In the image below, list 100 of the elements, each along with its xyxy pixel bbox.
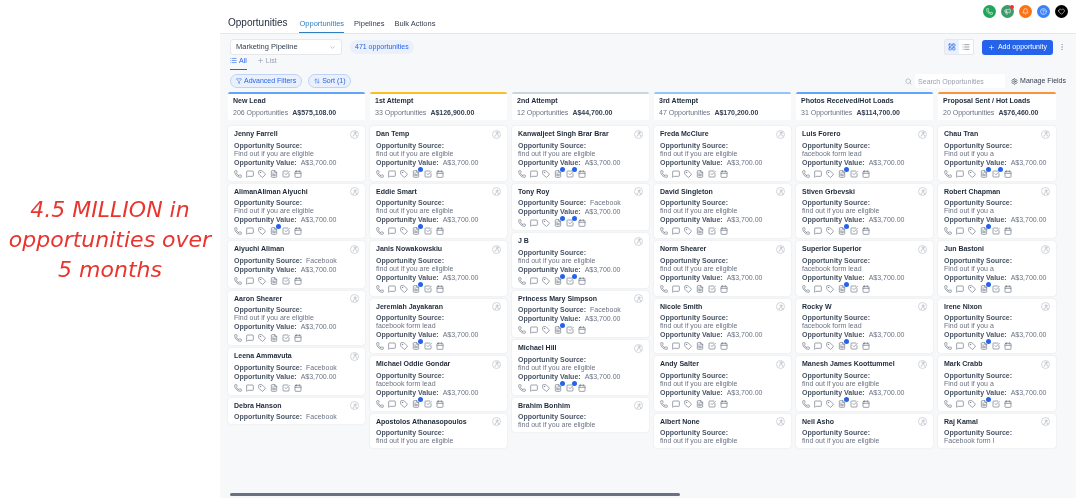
- calendar-icon[interactable]: [436, 169, 444, 178]
- calendar-icon[interactable]: [294, 169, 302, 178]
- assign-user-icon[interactable]: [350, 351, 359, 361]
- message-icon[interactable]: [814, 342, 822, 350]
- assign-user-icon[interactable]: [776, 187, 785, 197]
- calendar-icon[interactable]: [294, 276, 302, 285]
- assign-user-icon[interactable]: [350, 187, 359, 197]
- assign-user-icon[interactable]: [1041, 244, 1050, 254]
- message-icon[interactable]: [246, 334, 254, 342]
- tag-icon[interactable]: [826, 342, 834, 350]
- assign-user-icon[interactable]: [776, 129, 785, 139]
- message-icon[interactable]: [814, 284, 822, 293]
- assign-user-icon[interactable]: [918, 302, 927, 312]
- assign-user-icon[interactable]: [350, 401, 359, 411]
- note-icon[interactable]: [838, 284, 846, 293]
- message-icon[interactable]: [246, 169, 254, 178]
- assign-user-icon[interactable]: [1041, 187, 1050, 197]
- calendar-icon[interactable]: [720, 169, 728, 178]
- tag-icon[interactable]: [826, 284, 834, 293]
- phone-icon[interactable]: [944, 169, 952, 178]
- assign-user-icon[interactable]: [492, 129, 501, 139]
- message-icon[interactable]: [388, 284, 396, 293]
- tag-icon[interactable]: [684, 284, 692, 293]
- tag-icon[interactable]: [968, 227, 976, 235]
- phone-icon[interactable]: [518, 169, 526, 178]
- note-icon[interactable]: [696, 169, 704, 178]
- note-icon[interactable]: [412, 399, 420, 408]
- tag-icon[interactable]: [826, 227, 834, 235]
- phone-icon[interactable]: [234, 227, 242, 235]
- note-icon[interactable]: [270, 383, 278, 392]
- message-icon[interactable]: [246, 276, 254, 285]
- tag-icon[interactable]: [542, 276, 550, 285]
- phone-icon[interactable]: [376, 169, 384, 178]
- phone-icon[interactable]: [518, 219, 526, 227]
- assign-user-icon[interactable]: [918, 417, 927, 427]
- task-icon[interactable]: [566, 169, 574, 178]
- tag-icon[interactable]: [542, 383, 550, 392]
- note-icon[interactable]: [554, 169, 562, 178]
- phone-icon[interactable]: [660, 399, 668, 408]
- calendar-icon[interactable]: [436, 284, 444, 293]
- phone-icon[interactable]: [660, 169, 668, 178]
- note-icon[interactable]: [270, 227, 278, 235]
- horizontal-scrollbar[interactable]: [230, 493, 680, 496]
- note-icon[interactable]: [554, 219, 562, 227]
- message-icon[interactable]: [672, 399, 680, 408]
- note-icon[interactable]: [270, 169, 278, 178]
- assign-user-icon[interactable]: [776, 244, 785, 254]
- note-icon[interactable]: [980, 169, 988, 178]
- assign-user-icon[interactable]: [634, 236, 643, 246]
- calendar-icon[interactable]: [1004, 399, 1012, 408]
- calendar-icon[interactable]: [1004, 284, 1012, 293]
- tag-icon[interactable]: [542, 169, 550, 178]
- phone-icon[interactable]: [802, 399, 810, 408]
- calendar-icon[interactable]: [1004, 169, 1012, 178]
- phone-icon[interactable]: [660, 227, 668, 235]
- calendar-icon[interactable]: [436, 399, 444, 408]
- message-icon[interactable]: [956, 169, 964, 178]
- assign-user-icon[interactable]: [634, 187, 643, 197]
- tag-icon[interactable]: [400, 399, 408, 408]
- message-icon[interactable]: [956, 342, 964, 350]
- assign-user-icon[interactable]: [918, 244, 927, 254]
- tag-icon[interactable]: [968, 342, 976, 350]
- bell-icon[interactable]: [1019, 5, 1032, 18]
- note-icon[interactable]: [412, 227, 420, 235]
- note-icon[interactable]: [838, 399, 846, 408]
- phone-icon[interactable]: [802, 342, 810, 350]
- calendar-icon[interactable]: [862, 169, 870, 178]
- message-icon[interactable]: [530, 383, 538, 392]
- calendar-icon[interactable]: [436, 342, 444, 350]
- phone-icon[interactable]: [802, 227, 810, 235]
- assign-user-icon[interactable]: [1041, 302, 1050, 312]
- note-icon[interactable]: [696, 227, 704, 235]
- assign-user-icon[interactable]: [350, 244, 359, 254]
- tag-icon[interactable]: [258, 383, 266, 392]
- phone-icon[interactable]: [944, 284, 952, 293]
- task-icon[interactable]: [566, 276, 574, 285]
- note-icon[interactable]: [412, 169, 420, 178]
- message-icon[interactable]: [388, 342, 396, 350]
- message-icon[interactable]: [672, 342, 680, 350]
- phone-icon[interactable]: [376, 399, 384, 408]
- calendar-icon[interactable]: [294, 227, 302, 235]
- message-icon[interactable]: [672, 227, 680, 235]
- calendar-icon[interactable]: [578, 383, 586, 392]
- tag-icon[interactable]: [684, 169, 692, 178]
- assign-user-icon[interactable]: [492, 187, 501, 197]
- message-icon[interactable]: [530, 169, 538, 178]
- tag-icon[interactable]: [400, 342, 408, 350]
- note-icon[interactable]: [838, 227, 846, 235]
- note-icon[interactable]: [696, 342, 704, 350]
- phone-icon[interactable]: [234, 276, 242, 285]
- calendar-icon[interactable]: [720, 227, 728, 235]
- tag-icon[interactable]: [258, 169, 266, 178]
- note-icon[interactable]: [412, 284, 420, 293]
- assign-user-icon[interactable]: [350, 129, 359, 139]
- phone-icon[interactable]: [944, 399, 952, 408]
- message-icon[interactable]: [672, 169, 680, 178]
- phone-icon[interactable]: [983, 5, 996, 18]
- message-icon[interactable]: [814, 169, 822, 178]
- note-icon[interactable]: [270, 334, 278, 342]
- task-icon[interactable]: [992, 169, 1000, 178]
